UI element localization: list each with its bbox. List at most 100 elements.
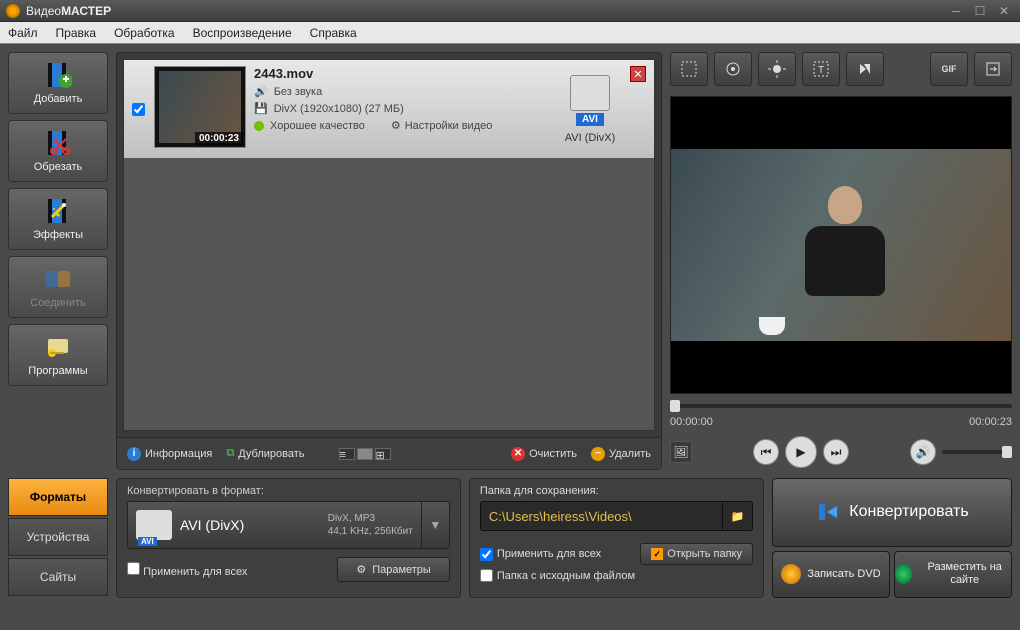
upload-button[interactable]: Разместить на сайте <box>894 551 1012 599</box>
target-tool[interactable] <box>714 52 752 86</box>
menu-edit[interactable]: Правка <box>56 26 97 40</box>
file-item[interactable]: 00:00:23 2443.mov 🔊 Без звука 💾 DivX (1920… <box>124 60 654 158</box>
file-audio: Без звука <box>274 86 323 98</box>
gear-icon: ⚙ <box>356 563 366 576</box>
file-format[interactable]: AVI AVI (DivX) <box>550 66 630 152</box>
join-icon <box>44 265 72 293</box>
parameters-button[interactable]: ⚙Параметры <box>337 557 450 582</box>
tab-sites[interactable]: Сайты <box>8 558 108 596</box>
speed-tool[interactable] <box>846 52 884 86</box>
speaker-icon: 🔊 <box>254 85 268 98</box>
menu-help[interactable]: Справка <box>310 26 357 40</box>
app-logo-icon <box>6 4 20 18</box>
app-title: ВидеоМАСТЕР <box>26 4 111 18</box>
gear-icon: ⚙ <box>391 119 401 132</box>
brightness-tool[interactable] <box>758 52 796 86</box>
sidebar-effects-label: Эффекты <box>33 229 83 241</box>
apply-all-save-checkbox[interactable]: Применить для всех <box>480 548 601 561</box>
menu-playback[interactable]: Воспроизведение <box>193 26 292 40</box>
dvd-icon <box>781 564 801 584</box>
delete-icon: − <box>591 447 605 461</box>
clear-button[interactable]: ✕Очистить <box>511 447 577 461</box>
sidebar-add[interactable]: Добавить <box>8 52 108 114</box>
sidebar-programs[interactable]: Программы <box>8 324 108 386</box>
maximize-button[interactable]: ☐ <box>970 4 990 18</box>
convert-button[interactable]: Конвертировать <box>772 478 1012 547</box>
menubar: Файл Правка Обработка Воспроизведение Сп… <box>0 22 1020 44</box>
view-toggle-icon[interactable] <box>357 448 373 460</box>
menu-process[interactable]: Обработка <box>114 26 175 40</box>
scissors-icon <box>44 129 72 157</box>
delete-button[interactable]: −Удалить <box>591 447 651 461</box>
format-dropdown-button[interactable]: ▼ <box>421 502 449 548</box>
prev-button[interactable]: ⏮ <box>753 439 779 465</box>
source-folder-checkbox[interactable]: Папка с исходным файлом <box>480 569 635 582</box>
camera-icon <box>570 75 610 111</box>
format-label: AVI (DivX) <box>565 132 616 144</box>
file-name: 2443.mov <box>254 66 550 81</box>
save-path[interactable]: C:\Users\heiress\Videos\ <box>481 509 722 524</box>
programs-icon <box>44 333 72 361</box>
titlebar: ВидеоМАСТЕР ─ ☐ ✕ <box>0 0 1020 22</box>
browse-folder-button[interactable]: 📁 <box>722 502 752 530</box>
close-window-button[interactable]: ✕ <box>994 4 1014 18</box>
clear-icon: ✕ <box>511 447 525 461</box>
save-header: Папка для сохранения: <box>480 485 753 497</box>
convert-icon <box>815 500 839 524</box>
check-icon: ✓ <box>651 548 663 560</box>
open-folder-button[interactable]: ✓Открыть папку <box>640 543 753 565</box>
info-icon: i <box>127 447 141 461</box>
view-grid-icon[interactable]: ⊞ <box>375 448 391 460</box>
video-preview[interactable] <box>670 96 1012 394</box>
fullscreen-tool[interactable] <box>974 52 1012 86</box>
video-settings-link[interactable]: ⚙Настройки видео <box>391 119 493 132</box>
snapshot-button[interactable]: 🖼 <box>670 441 692 463</box>
sidebar-join-label: Соединить <box>30 297 86 309</box>
text-tool[interactable]: T <box>802 52 840 86</box>
file-checkbox[interactable] <box>132 103 145 116</box>
time-total: 00:00:23 <box>969 416 1012 428</box>
convert-header: Конвертировать в формат: <box>127 485 450 497</box>
view-switch[interactable]: ≡ ⊞ <box>339 448 391 460</box>
info-button[interactable]: iИнформация <box>127 447 212 461</box>
sidebar-cut-label: Обрезать <box>34 161 83 173</box>
burn-dvd-button[interactable]: Записать DVD <box>772 551 890 599</box>
file-list: 00:00:23 2443.mov 🔊 Без звука 💾 DivX (1920… <box>123 59 655 431</box>
seek-bar[interactable] <box>670 398 1012 414</box>
menu-file[interactable]: Файл <box>8 26 38 40</box>
crop-tool[interactable] <box>670 52 708 86</box>
view-list-icon[interactable]: ≡ <box>339 448 355 460</box>
file-quality: Хорошее качество <box>270 120 365 132</box>
convert-format-panel: Конвертировать в формат: AVI AVI (DivX) … <box>116 478 461 598</box>
apply-all-format-checkbox[interactable]: Применить для всех <box>127 562 247 578</box>
gif-tool[interactable]: GIF <box>930 52 968 86</box>
sidebar-effects[interactable]: Эффекты <box>8 188 108 250</box>
sidebar-programs-label: Программы <box>28 365 87 377</box>
next-button[interactable]: ⏭ <box>823 439 849 465</box>
sidebar-join[interactable]: Соединить <box>8 256 108 318</box>
camera-icon: AVI <box>136 510 172 540</box>
file-list-panel: 00:00:23 2443.mov 🔊 Без звука 💾 DivX (1920… <box>116 52 662 470</box>
selected-format-details: DivX, MP344,1 KHz, 256Кбит <box>328 512 413 538</box>
file-thumbnail[interactable]: 00:00:23 <box>154 66 246 148</box>
volume-slider[interactable] <box>942 450 1012 454</box>
format-tabs: Форматы Устройства Сайты <box>8 478 108 598</box>
disk-icon: 💾 <box>254 102 268 115</box>
sidebar-add-label: Добавить <box>34 93 83 105</box>
remove-file-button[interactable]: ✕ <box>630 66 646 82</box>
tab-formats[interactable]: Форматы <box>8 478 108 516</box>
add-icon <box>44 61 72 89</box>
play-button[interactable]: ▶ <box>785 436 817 468</box>
minimize-button[interactable]: ─ <box>946 4 966 18</box>
volume-button[interactable]: 🔊 <box>910 439 936 465</box>
format-selector[interactable]: AVI AVI (DivX) DivX, MP344,1 KHz, 256Кби… <box>127 501 450 549</box>
tab-devices[interactable]: Устройства <box>8 518 108 556</box>
save-panel: Папка для сохранения: C:\Users\heiress\V… <box>469 478 764 598</box>
sidebar-cut[interactable]: Обрезать <box>8 120 108 182</box>
picture-icon: 🖼 <box>673 445 688 459</box>
thumbnail-duration: 00:00:23 <box>195 132 243 145</box>
format-badge: AVI <box>576 113 604 126</box>
list-toolbar: iИнформация ⧉Дублировать ≡ ⊞ ✕Очистить −… <box>117 437 661 469</box>
file-codec: DivX (1920x1080) (27 МБ) <box>274 103 404 115</box>
duplicate-button[interactable]: ⧉Дублировать <box>226 447 304 460</box>
